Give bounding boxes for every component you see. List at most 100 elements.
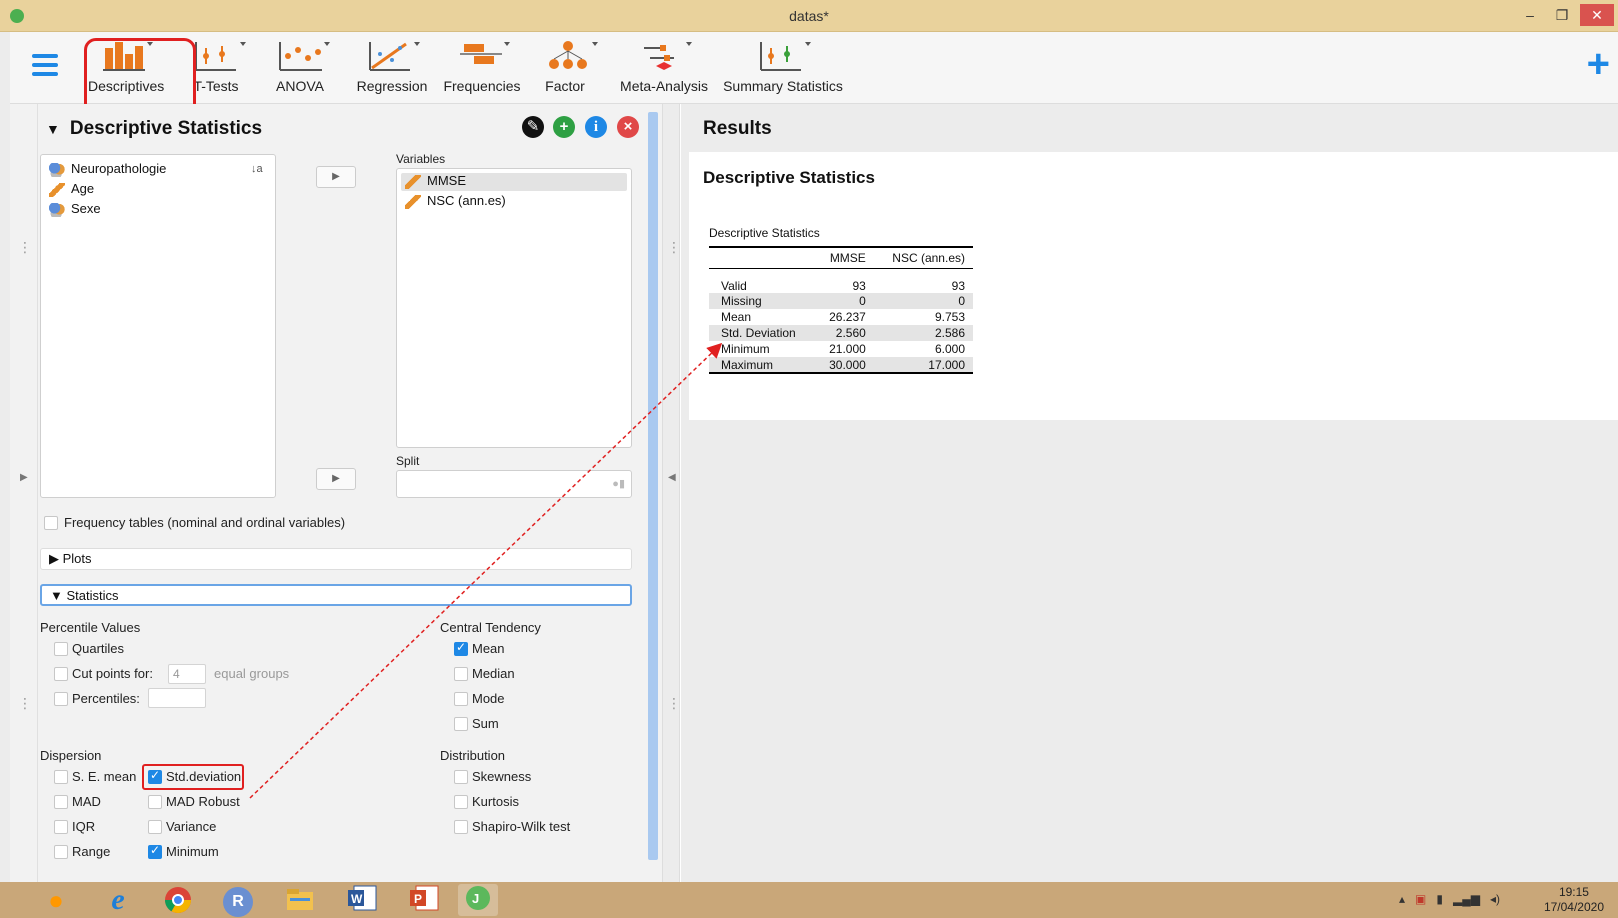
- ribbon-label: ANOVA: [276, 78, 324, 94]
- percentiles-checkbox[interactable]: [54, 692, 68, 706]
- drag-handle-icon[interactable]: ⋮: [667, 696, 681, 710]
- taskbar-clock[interactable]: 19:15 17/04/2020: [1544, 885, 1604, 915]
- results-title: Results: [703, 118, 772, 139]
- range-checkbox[interactable]: [54, 845, 68, 859]
- iqr-checkbox[interactable]: [54, 820, 68, 834]
- collapse-left-icon[interactable]: ◀: [668, 472, 676, 483]
- frequency-tables-label: Frequency tables (nominal and ordinal va…: [64, 515, 346, 530]
- variables-box[interactable]: MMSE NSC (ann.es): [396, 168, 632, 448]
- median-label: Median: [472, 666, 515, 681]
- annotation-highlight-std-deviation: [142, 764, 244, 790]
- plots-section[interactable]: ▶ Plots: [40, 548, 632, 570]
- jasp-taskbar-icon[interactable]: J: [458, 884, 498, 916]
- results-card-title[interactable]: Descriptive Statistics: [703, 168, 875, 188]
- mean-checkbox[interactable]: [454, 640, 468, 656]
- table-header: NSC (ann.es): [873, 246, 973, 269]
- mad-checkbox[interactable]: [54, 795, 68, 809]
- t-tests-icon: [195, 42, 246, 71]
- word-icon[interactable]: W: [342, 884, 382, 916]
- system-tray[interactable]: ▴ ▣ ▮ ▂▄▆ ◂): [1399, 892, 1500, 906]
- se-mean-checkbox[interactable]: [54, 770, 68, 784]
- powerpoint-icon[interactable]: P: [404, 884, 444, 916]
- panel-header[interactable]: ▼ Descriptive Statistics: [46, 118, 262, 140]
- cut-points-label: Cut points for:: [72, 666, 153, 681]
- available-variables-list[interactable]: Neuropathologie Age Sexe ↓a: [40, 154, 276, 498]
- restore-button[interactable]: ❐: [1548, 4, 1576, 26]
- internet-explorer-icon[interactable]: e: [98, 884, 138, 916]
- frequency-tables-checkbox[interactable]: [44, 516, 58, 530]
- duplicate-analysis-icon[interactable]: +: [553, 116, 575, 138]
- scale-variable-icon: [405, 194, 421, 209]
- percentiles-input[interactable]: [148, 688, 206, 708]
- ribbon-regression[interactable]: Regression: [354, 38, 430, 98]
- mad-robust-checkbox[interactable]: [148, 795, 162, 809]
- ribbon-t-tests[interactable]: T-Tests: [188, 38, 246, 98]
- add-module-button[interactable]: +: [1587, 44, 1610, 84]
- table-header: MMSE: [814, 246, 874, 269]
- results-card[interactable]: Descriptive Statistics Descriptive Stati…: [689, 152, 1618, 420]
- list-item[interactable]: Age: [49, 181, 94, 199]
- minimum-checkbox[interactable]: [148, 843, 162, 859]
- ribbon-frequencies[interactable]: Frequencies: [440, 38, 524, 98]
- shapiro-wilk-checkbox[interactable]: [454, 820, 468, 834]
- chrome-icon[interactable]: [158, 884, 198, 916]
- table-row: Mean 26.237 9.753: [721, 310, 965, 324]
- mode-checkbox[interactable]: [454, 692, 468, 706]
- factor-icon: [549, 41, 598, 69]
- table-row: Missing 0 0: [709, 293, 973, 309]
- drag-handle-icon[interactable]: ⋮: [18, 240, 32, 254]
- list-item[interactable]: MMSE: [401, 173, 627, 191]
- ribbon-anova[interactable]: ANOVA: [272, 38, 330, 98]
- move-to-split-button[interactable]: ▶: [316, 468, 356, 490]
- pdf-tray-icon[interactable]: ▣: [1415, 892, 1426, 906]
- info-icon[interactable]: i: [585, 116, 607, 138]
- quartiles-checkbox[interactable]: [54, 642, 68, 656]
- ribbon-factor[interactable]: Factor: [540, 38, 598, 98]
- sum-checkbox[interactable]: [454, 717, 468, 731]
- sort-icon[interactable]: ↓a: [251, 163, 263, 175]
- list-item[interactable]: NSC (ann.es): [405, 193, 506, 211]
- panel-splitter[interactable]: ⋮ ◀ ⋮: [662, 104, 681, 882]
- drag-handle-icon[interactable]: ⋮: [667, 240, 681, 254]
- split-box[interactable]: ●▮: [396, 470, 632, 498]
- window-title: datas*: [789, 8, 829, 24]
- volume-icon[interactable]: ◂): [1490, 892, 1500, 906]
- ribbon-meta-analysis[interactable]: Meta-Analysis: [614, 38, 714, 98]
- cut-points-checkbox[interactable]: [54, 667, 68, 681]
- collapse-icon[interactable]: ▼: [46, 121, 60, 137]
- minimize-button[interactable]: –: [1516, 4, 1544, 26]
- cut-points-input[interactable]: 4: [168, 664, 206, 684]
- variance-checkbox[interactable]: [148, 820, 162, 834]
- meta-analysis-icon: [644, 42, 692, 70]
- file-explorer-icon[interactable]: [280, 884, 320, 916]
- menu-hamburger-icon[interactable]: [32, 54, 58, 80]
- kurtosis-checkbox[interactable]: [454, 795, 468, 809]
- move-to-variables-button[interactable]: ▶: [316, 166, 356, 188]
- panel-scrollbar[interactable]: [648, 112, 658, 860]
- drag-handle-icon[interactable]: ⋮: [18, 696, 32, 710]
- dispersion-heading: Dispersion: [40, 748, 102, 763]
- statistics-section[interactable]: ▼ Statistics: [40, 584, 632, 606]
- edit-title-icon[interactable]: ✎: [522, 116, 544, 138]
- network-icon[interactable]: ▂▄▆: [1453, 892, 1480, 906]
- mad-label: MAD: [72, 794, 101, 809]
- nominal-variable-icon: [49, 202, 65, 217]
- list-item[interactable]: Neuropathologie: [49, 161, 166, 179]
- ribbon-label: Factor: [545, 78, 585, 94]
- close-window-button[interactable]: ✕: [1580, 4, 1614, 26]
- ribbon-summary-statistics[interactable]: Summary Statistics: [720, 38, 846, 98]
- chevron-up-icon[interactable]: ▴: [1399, 892, 1405, 906]
- analysis-side-handle[interactable]: ⋮ ▶ ⋮: [10, 104, 38, 882]
- expand-left-icon[interactable]: ▶: [20, 472, 28, 483]
- median-checkbox[interactable]: [454, 667, 468, 681]
- browser-icon[interactable]: ●: [36, 884, 76, 916]
- variance-label: Variance: [166, 819, 217, 834]
- skewness-checkbox[interactable]: [454, 770, 468, 784]
- r-icon[interactable]: R: [218, 884, 258, 917]
- remove-analysis-icon[interactable]: ×: [617, 116, 639, 138]
- list-item[interactable]: Sexe: [49, 201, 101, 219]
- table-caption: Descriptive Statistics: [709, 226, 820, 240]
- se-mean-label: S. E. mean: [72, 769, 137, 784]
- anova-icon: [279, 42, 330, 71]
- battery-icon[interactable]: ▮: [1436, 892, 1443, 906]
